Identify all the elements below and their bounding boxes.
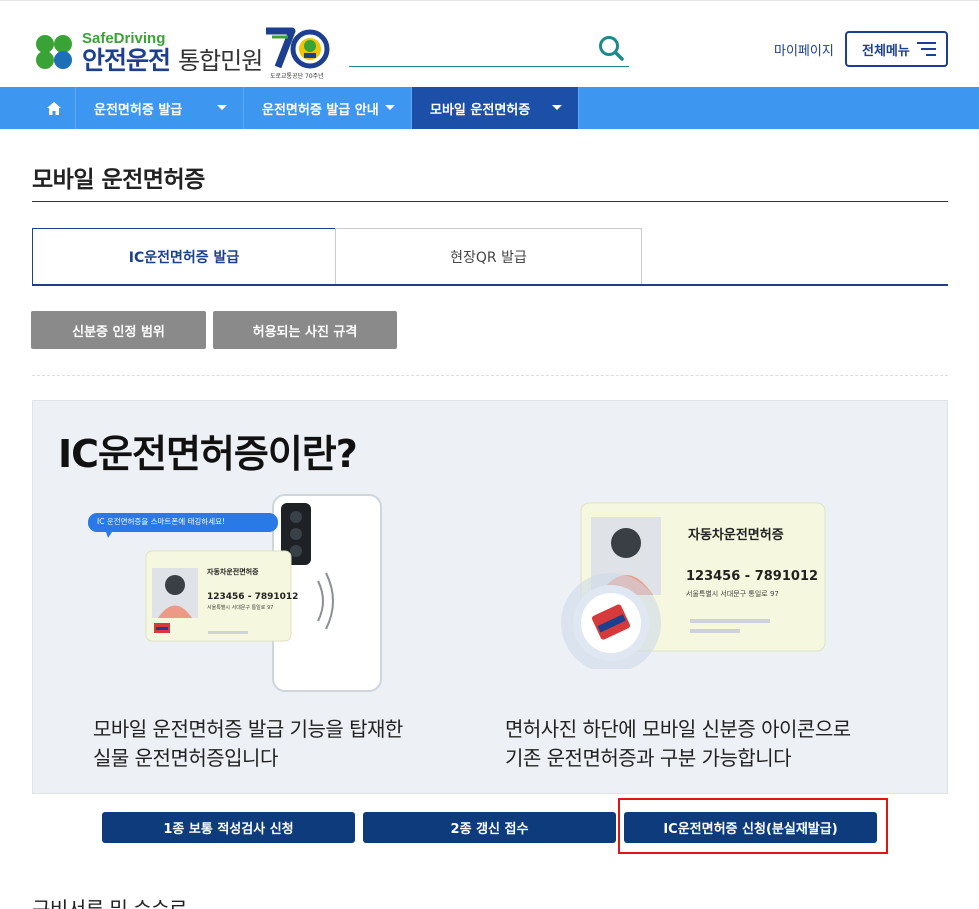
site-logo[interactable]: SafeDriving 안전운전 통합민원	[32, 27, 263, 77]
caption-line: 실물 운전면허증입니다	[93, 746, 278, 770]
caption-line: 면허사진 하단에 모바일 신분증 아이콘으로	[505, 717, 851, 741]
id-scope-button[interactable]: 신분증 인정 범위	[31, 311, 206, 349]
logo-english: SafeDriving	[82, 30, 166, 47]
search-icon[interactable]	[597, 34, 625, 62]
nav-item-label: 운전면허증 발급	[94, 102, 183, 118]
photo-spec-button[interactable]: 허용되는 사진 규격	[213, 311, 397, 349]
anniversary-badge: 도로교통공단 70주년	[262, 27, 334, 80]
nav-license-issue[interactable]: 운전면허증 발급	[76, 87, 244, 129]
nav-license-guide[interactable]: 운전면허증 발급 안내	[244, 87, 412, 129]
site-header: SafeDriving 안전운전 통합민원 도로교통공단 70주년 마이페이지 …	[0, 0, 979, 87]
nav-item-label: 모바일 운전면허증	[430, 102, 531, 118]
caret-down-icon	[217, 105, 227, 110]
home-button[interactable]	[32, 87, 76, 129]
logo-korean-sub: 통합민원	[178, 47, 263, 75]
tab-label: IC운전면허증 발급	[128, 250, 240, 266]
seventy-emblem-icon	[266, 27, 330, 69]
caret-down-icon	[552, 105, 562, 110]
section-divider	[32, 375, 948, 376]
documents-fees-heading: 구비서류 및 수수료	[32, 897, 187, 909]
hamburger-icon	[917, 42, 936, 57]
badge-caption: 도로교통공단 70주년	[270, 73, 324, 80]
caption-line: 모바일 운전면허증 발급 기능을 탑재한	[93, 717, 403, 741]
small-card-number: 123456 - 7891012	[207, 592, 299, 602]
home-icon	[46, 101, 61, 115]
button-label: 1종 보통 적성검사 신청	[163, 822, 294, 837]
small-card-address: 서울특별시 서대문구 통일로 97	[207, 605, 274, 611]
button-label: 신분증 인정 범위	[72, 324, 165, 340]
button-label: 허용되는 사진 규격	[252, 324, 358, 340]
large-card-address: 서울특별시 서대문구 통일로 97	[686, 590, 779, 598]
mypage-link[interactable]: 마이페이지	[774, 40, 834, 59]
info-title: IC운전면허증이란?	[58, 432, 358, 476]
small-card-title: 자동차운전면허증	[207, 568, 259, 576]
large-card-title: 자동차운전면허증	[688, 528, 784, 543]
tab-ic-license[interactable]: IC운전면허증 발급	[32, 228, 336, 285]
page-title: 모바일 운전면허증	[32, 167, 205, 193]
type1-aptitude-test-button[interactable]: 1종 보통 적성검사 신청	[102, 812, 355, 843]
highlight-box	[618, 798, 888, 854]
main-nav: 운전면허증 발급 운전면허증 발급 안내 모바일 운전면허증	[0, 87, 979, 129]
nav-mobile-license[interactable]: 모바일 운전면허증	[412, 87, 579, 129]
all-menu-button[interactable]: 전체메뉴	[845, 31, 948, 67]
search-input[interactable]	[349, 66, 629, 67]
caption-right: 면허사진 하단에 모바일 신분증 아이콘으로 기존 운전면허증과 구분 가능합니…	[505, 715, 851, 773]
tab-label: 현장QR 발급	[450, 250, 527, 266]
caption-line: 기존 운전면허증과 구분 가능합니다	[505, 746, 792, 770]
ic-license-info-panel: IC운전면허증이란? IC 운전면허증을 스마트폰에 태깅하세요! 자동차운전면…	[32, 400, 948, 794]
button-label: 2종 갱신 접수	[450, 822, 529, 837]
clover-logo-icon	[36, 35, 72, 69]
tab-qr-issue[interactable]: 현장QR 발급	[335, 228, 642, 285]
large-card-number: 123456 - 7891012	[686, 569, 819, 584]
tagging-bubble-text: IC 운전면허증을 스마트폰에 태깅하세요!	[97, 517, 226, 526]
logo-korean-main: 안전운전	[82, 46, 171, 75]
caret-down-icon	[385, 105, 395, 110]
nav-item-label: 운전면허증 발급 안내	[262, 102, 379, 118]
title-divider	[32, 201, 948, 202]
tabs-underline	[32, 284, 948, 286]
caption-left: 모바일 운전면허증 발급 기능을 탑재한 실물 운전면허증입니다	[93, 715, 403, 773]
all-menu-label: 전체메뉴	[862, 43, 910, 59]
type2-renewal-button[interactable]: 2종 갱신 접수	[363, 812, 616, 843]
